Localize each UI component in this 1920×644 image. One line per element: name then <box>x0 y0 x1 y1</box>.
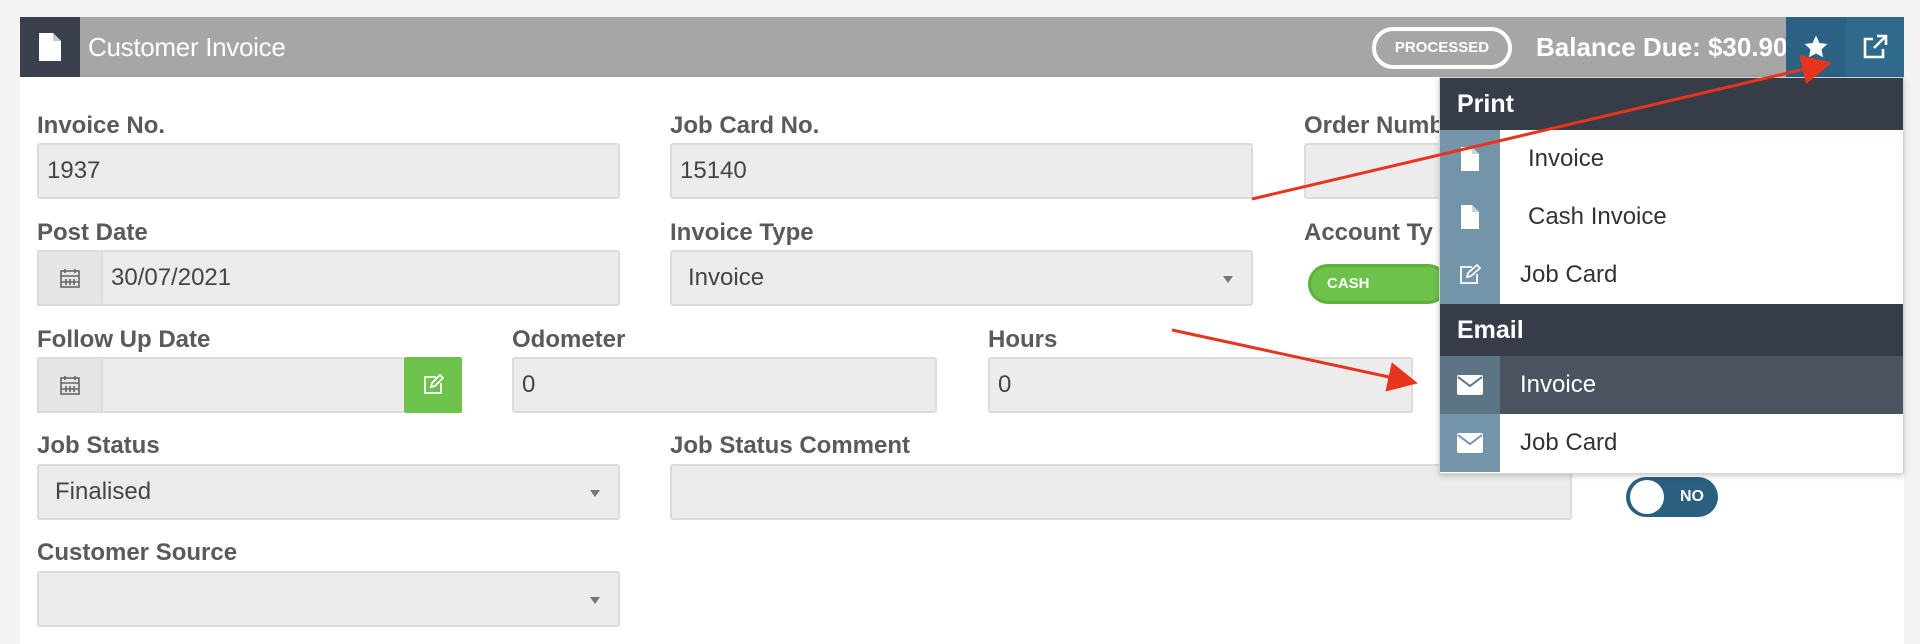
job-status-value: Finalised <box>55 478 152 505</box>
job-status-comment-label: Job Status Comment <box>670 432 911 459</box>
calendar-icon <box>60 269 80 288</box>
toggle-label: NO <box>1680 488 1704 505</box>
post-date-label: Post Date <box>37 219 148 246</box>
calendar-icon <box>60 376 80 395</box>
order-number-field[interactable] <box>1304 143 1444 199</box>
yes-no-toggle[interactable]: NO <box>1626 477 1718 517</box>
account-type-label: Account Ty <box>1304 219 1433 246</box>
toggle-knob <box>1630 480 1664 514</box>
print-job-card-label: Job Card <box>1520 261 1618 288</box>
print-cash-invoice-label: Cash Invoice <box>1528 203 1667 230</box>
job-status-comment-field[interactable] <box>670 464 1572 520</box>
follow-up-date-label: Follow Up Date <box>37 326 211 353</box>
invoice-no-field[interactable]: 1937 <box>37 143 620 199</box>
hours-field[interactable]: 0 <box>988 357 1413 413</box>
print-invoice-label: Invoice <box>1528 145 1605 172</box>
panel-header: Customer Invoice PROCESSED Balance Due: … <box>20 17 1904 77</box>
odometer-label: Odometer <box>512 326 626 353</box>
job-card-no-label: Job Card No. <box>670 112 820 139</box>
email-invoice-label: Invoice <box>1520 371 1597 398</box>
balance-due: Balance Due: $30.90 <box>1536 32 1788 62</box>
job-status-label: Job Status <box>37 432 160 459</box>
open-external-button[interactable] <box>1846 17 1904 77</box>
edit-icon <box>1440 246 1500 304</box>
status-badge: PROCESSED <box>1372 27 1512 69</box>
follow-up-edit-button[interactable] <box>404 357 462 413</box>
print-job-card-item[interactable]: Job Card <box>1440 246 1903 304</box>
print-cash-invoice-item[interactable]: Cash Invoice <box>1440 188 1903 246</box>
print-email-dropdown: Print Invoice Cash Invoice Job Card Emai… <box>1439 77 1904 474</box>
customer-source-value <box>47 585 55 612</box>
follow-up-date-field[interactable] <box>101 357 406 413</box>
document-icon <box>1440 188 1500 246</box>
odometer-field[interactable]: 0 <box>512 357 937 413</box>
invoice-type-select[interactable]: Invoice <box>670 250 1253 306</box>
envelope-icon <box>1440 414 1500 472</box>
page-title: Customer Invoice <box>88 32 286 62</box>
invoice-type-value: Invoice <box>688 264 765 291</box>
customer-source-label: Customer Source <box>37 539 238 566</box>
edit-icon <box>424 374 444 394</box>
invoice-type-label: Invoice Type <box>670 219 814 246</box>
print-section-header: Print <box>1440 78 1903 130</box>
email-job-card-label: Job Card <box>1520 429 1618 456</box>
email-invoice-item[interactable]: Invoice <box>1440 356 1903 414</box>
document-icon <box>1440 130 1500 188</box>
post-date-field[interactable]: 30/07/2021 <box>101 250 620 306</box>
job-card-no-field[interactable]: 15140 <box>670 143 1253 199</box>
hours-label: Hours <box>988 326 1058 353</box>
external-link-icon <box>1863 34 1888 59</box>
email-section-header: Email <box>1440 304 1903 356</box>
print-invoice-item[interactable]: Invoice <box>1440 130 1903 188</box>
follow-up-calendar-button[interactable] <box>37 357 103 413</box>
email-job-card-item[interactable]: Job Card <box>1440 414 1903 472</box>
document-icon <box>20 17 80 77</box>
post-date-calendar-button[interactable] <box>37 250 103 306</box>
account-type-toggle[interactable]: CASH <box>1308 264 1448 304</box>
order-number-label: Order Numb <box>1304 112 1445 139</box>
favorite-button[interactable] <box>1786 17 1846 77</box>
customer-source-select[interactable] <box>37 571 620 627</box>
envelope-icon <box>1440 356 1500 414</box>
job-status-select[interactable]: Finalised <box>37 464 620 520</box>
invoice-no-label: Invoice No. <box>37 112 166 139</box>
star-icon <box>1804 35 1828 58</box>
